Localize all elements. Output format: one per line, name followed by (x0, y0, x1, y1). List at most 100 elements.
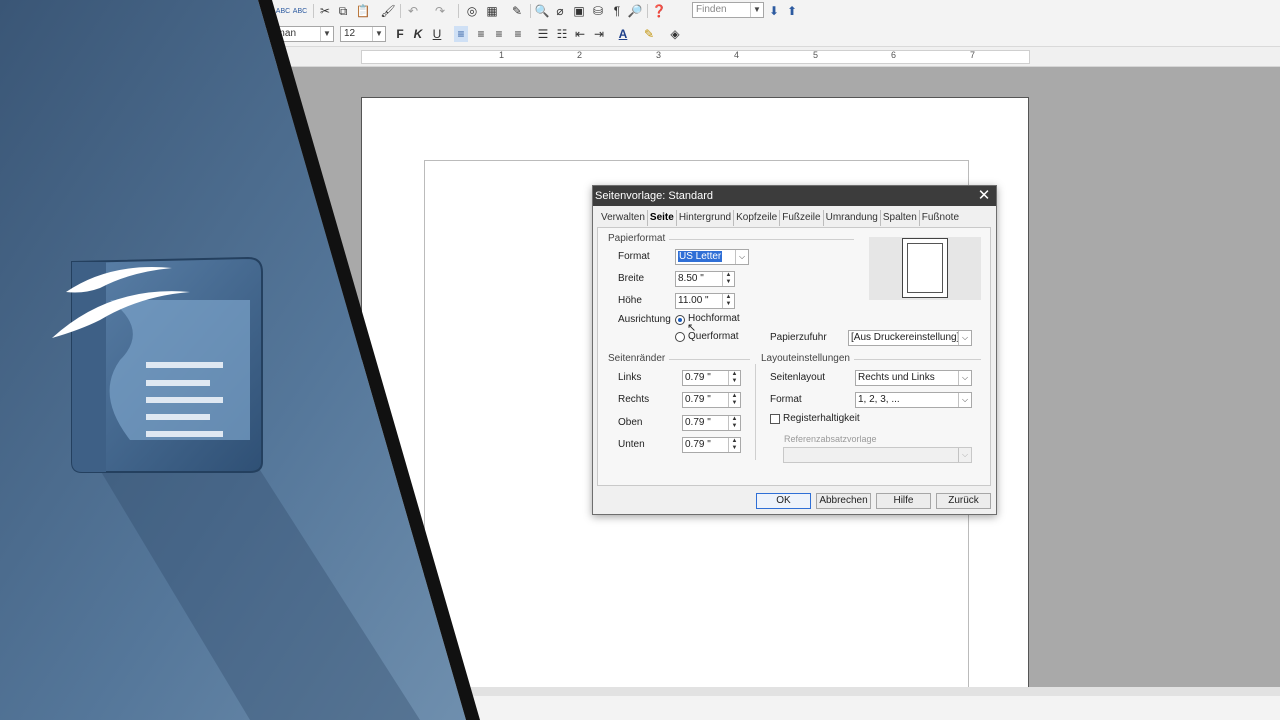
decrease-indent-icon[interactable]: ⇤ (573, 26, 587, 42)
ruler-number: 3 (656, 50, 662, 60)
chevron-down-icon[interactable]: ▼ (372, 27, 385, 41)
chevron-down-icon[interactable]: ⌵ (958, 393, 971, 407)
ruler-number: 1 (499, 50, 505, 60)
spin-buttons-icon[interactable]: ▲ ▼ (728, 371, 740, 385)
highlight-icon[interactable]: ✎ (642, 26, 656, 42)
tab-spalten[interactable]: Spalten (881, 210, 920, 226)
find-previous-icon[interactable]: ⬆ (786, 3, 798, 19)
margin-bottom-label: Unten (618, 439, 645, 450)
numbering-format-select[interactable]: 1, 2, 3, ... ⌵ (855, 392, 972, 408)
margin-top-label: Oben (618, 417, 643, 428)
paper-tray-label: Papierzufuhr (770, 332, 827, 343)
show-draw-icon[interactable]: ✎ (510, 3, 524, 19)
chevron-down-icon[interactable]: ⌵ (958, 331, 971, 345)
image-icon[interactable]: ▣ (572, 3, 586, 19)
clone-formatting-icon[interactable]: 🖌 (380, 3, 395, 19)
increase-indent-icon[interactable]: ⇥ (592, 26, 606, 42)
toolbar-separator (647, 4, 648, 18)
reference-style-select: ⌵ (783, 447, 972, 463)
landscape-radio[interactable] (675, 332, 685, 342)
dialog-title: Seitenvorlage: Standard (595, 190, 714, 202)
ok-button[interactable]: OK (756, 493, 811, 509)
font-name-combo[interactable]: oman ▼ (262, 26, 334, 42)
table-icon[interactable]: ▦ (484, 3, 500, 19)
margin-right-label: Rechts (618, 394, 650, 405)
spin-buttons-icon[interactable]: ▲ ▼ (722, 272, 734, 286)
redo-icon[interactable]: ↷ (432, 3, 448, 19)
reference-style-label: Referenzabsatzvorlage (784, 434, 877, 444)
tab-seite[interactable]: Seite (648, 210, 677, 226)
spellcheck-icon[interactable]: ABC (276, 3, 290, 19)
tab-kopfzeile[interactable]: Kopfzeile (734, 210, 781, 226)
formatting-marks-icon[interactable]: ¶ (610, 3, 624, 19)
paper-tray-select[interactable]: [Aus Druckereinstellung] ⌵ (848, 330, 972, 346)
dialog-titlebar[interactable]: Seitenvorlage: Standard ✕ (593, 186, 996, 206)
register-true-checkbox[interactable] (770, 414, 780, 424)
bold-button[interactable]: F (394, 26, 406, 42)
paper-height-field[interactable]: 11.00 " ▲ ▼ (675, 293, 735, 309)
spin-buttons-icon[interactable]: ▲ ▼ (722, 294, 734, 308)
horizontal-scrollbar[interactable] (0, 687, 1280, 696)
reset-button[interactable]: Zurück (936, 493, 991, 509)
margin-bottom-field[interactable]: 0.79 " ▲ ▼ (682, 437, 741, 453)
font-color-icon[interactable]: A (616, 26, 630, 42)
font-size-combo[interactable]: 12 ▼ (340, 26, 386, 42)
help-button[interactable]: Hilfe (876, 493, 931, 509)
paper-width-field[interactable]: 8.50 " ▲ ▼ (675, 271, 735, 287)
spin-buttons-icon[interactable]: ▲ ▼ (728, 393, 740, 407)
chevron-down-icon[interactable]: ▼ (750, 3, 763, 17)
navigator-icon[interactable]: ◎ (465, 3, 479, 19)
ruler-bar: 1 2 3 4 5 6 7 (0, 47, 1280, 67)
orientation-label: Ausrichtung (618, 314, 671, 325)
spin-buttons-icon[interactable]: ▲ ▼ (728, 438, 740, 452)
toolbar-separator (458, 4, 459, 18)
toolbar-separator (400, 4, 401, 18)
justify-icon[interactable]: ≡ (511, 26, 525, 42)
horizontal-ruler[interactable]: 1 2 3 4 5 6 7 (361, 50, 1030, 64)
align-right-icon[interactable]: ≡ (492, 26, 506, 42)
find-next-icon[interactable]: ⬇ (768, 3, 780, 19)
find-input[interactable]: Finden ▼ (692, 2, 764, 18)
spin-buttons-icon[interactable]: ▲ ▼ (728, 416, 740, 430)
help-icon[interactable]: ❓ (652, 3, 667, 19)
close-icon[interactable]: ✕ (977, 186, 991, 206)
tab-umrandung[interactable]: Umrandung (824, 210, 881, 226)
paste-icon[interactable]: 📋 (354, 3, 372, 19)
margin-right-field[interactable]: 0.79 " ▲ ▼ (682, 392, 741, 408)
zoom-icon[interactable]: 🔎 (628, 3, 643, 19)
numbering-format-label: Format (770, 394, 802, 405)
page-layout-select[interactable]: Rechts und Links ⌵ (855, 370, 972, 386)
gallery-icon[interactable]: ⌀ (553, 3, 567, 19)
copy-icon[interactable]: ⧉ (336, 3, 350, 19)
tab-hintergrund[interactable]: Hintergrund (677, 210, 735, 226)
preview-margins (907, 243, 943, 293)
cut-icon[interactable]: ✂ (318, 3, 332, 19)
register-true-label[interactable]: Registerhaltigkeit (783, 413, 860, 424)
chevron-down-icon[interactable]: ▼ (320, 27, 333, 41)
page-preview (869, 237, 981, 300)
datasource-icon[interactable]: ⛁ (591, 3, 605, 19)
background-color-icon[interactable]: ◈ (668, 26, 682, 42)
bullets-icon[interactable]: ☷ (555, 26, 569, 42)
align-center-icon[interactable]: ≡ (474, 26, 488, 42)
chevron-down-icon[interactable]: ⌵ (735, 250, 748, 264)
paper-height-label: Höhe (618, 295, 642, 306)
paper-format-select[interactable]: US Letter ⌵ (675, 249, 749, 265)
autospellcheck-icon[interactable]: ABC (293, 3, 307, 19)
margin-top-field[interactable]: 0.79 " ▲ ▼ (682, 415, 741, 431)
italic-button[interactable]: K (412, 26, 424, 42)
margin-left-field[interactable]: 0.79 " ▲ ▼ (682, 370, 741, 386)
cancel-button[interactable]: Abbrechen (816, 493, 871, 509)
section-title-paper: Papierformat (608, 233, 670, 244)
chevron-down-icon[interactable]: ⌵ (958, 371, 971, 385)
underline-button[interactable]: U (431, 26, 443, 42)
tab-verwalten[interactable]: Verwalten (599, 210, 648, 226)
tab-fussnote[interactable]: Fußnote (920, 210, 961, 226)
vertical-divider (755, 364, 756, 460)
undo-icon[interactable]: ↶ (405, 3, 421, 19)
find-replace-icon[interactable]: 🔍 (535, 3, 550, 19)
align-left-icon[interactable]: ≡ (454, 26, 468, 42)
numbering-icon[interactable]: ☰ (536, 26, 550, 42)
tab-fusszeile[interactable]: Fußzeile (780, 210, 824, 226)
portrait-radio[interactable] (675, 315, 685, 325)
